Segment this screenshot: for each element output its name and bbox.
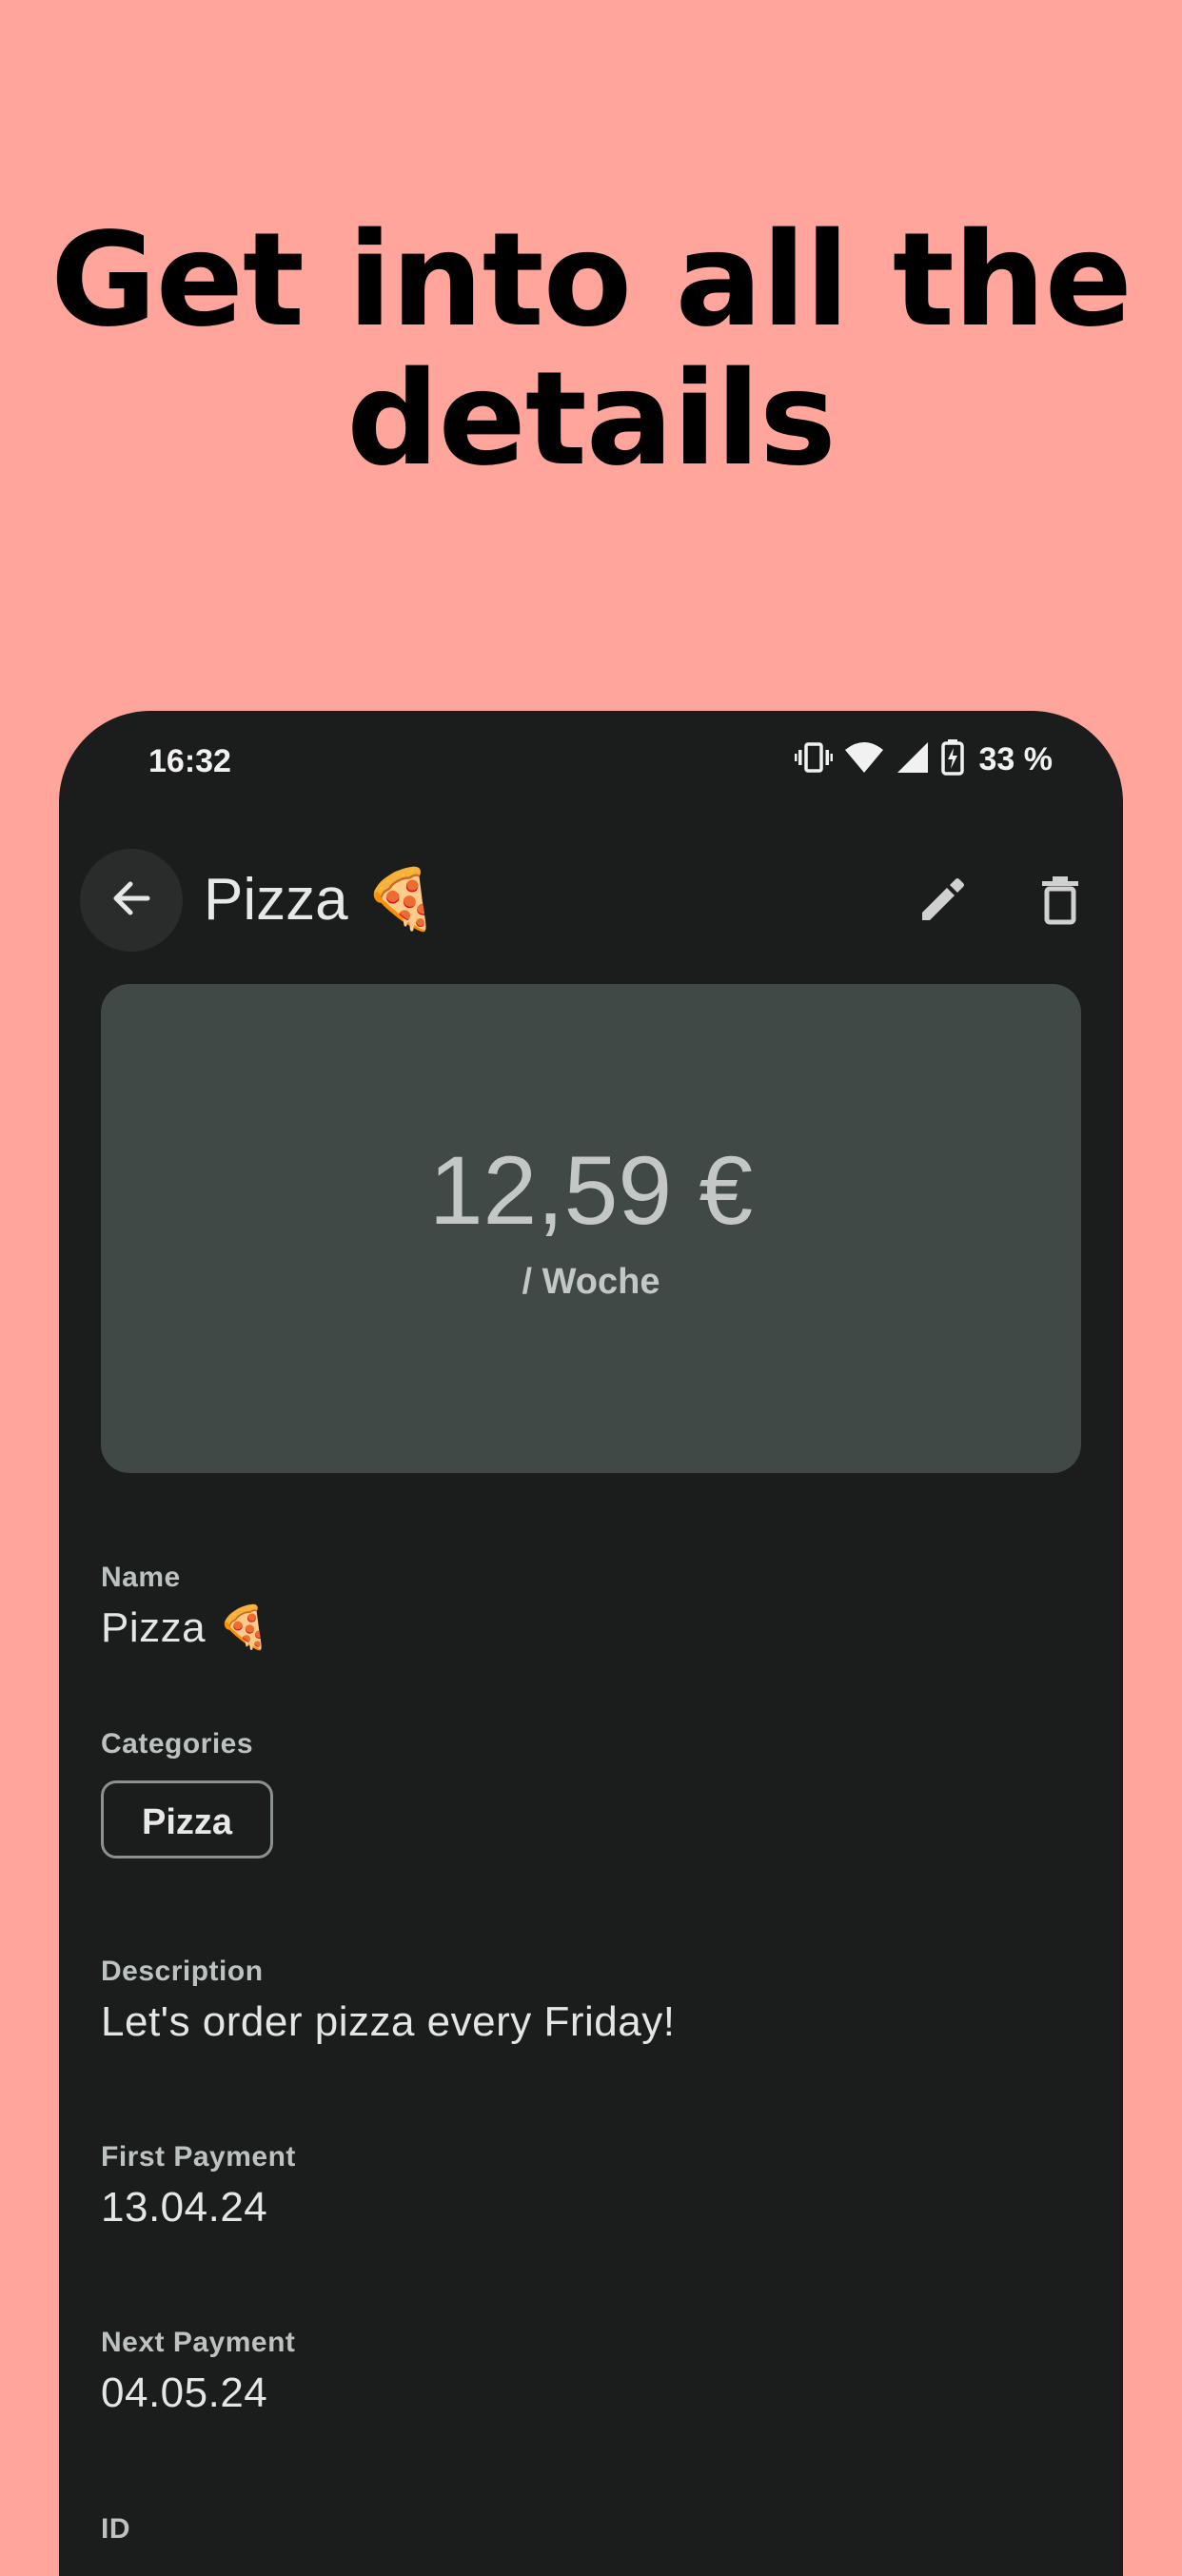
arrow-back-icon <box>108 875 155 926</box>
phone-screen: 16:32 33 % Pizza 🍕 12,59 € / Woche Name … <box>59 711 1123 2576</box>
description-value: Let's order pizza every Friday! <box>101 1998 676 2045</box>
promo-headline: Get into all the details <box>0 211 1182 489</box>
next-payment-value: 04.05.24 <box>101 2370 268 2416</box>
status-time: 16:32 <box>148 743 231 779</box>
screen-title: Pizza 🍕 <box>204 867 439 933</box>
description-field: Description Let's order pizza every Frid… <box>101 1955 1081 2048</box>
categories-field: Categories Pizza <box>101 1727 1081 1858</box>
delete-button[interactable] <box>1030 872 1091 933</box>
promo-headline-line-2: details <box>346 344 837 495</box>
price-period: / Woche <box>522 1262 660 1302</box>
back-button[interactable] <box>80 849 183 952</box>
category-chip[interactable]: Pizza <box>101 1780 274 1858</box>
status-icons: 33 % <box>794 739 1054 779</box>
vibrate-icon <box>794 740 833 778</box>
status-bar: 16:32 33 % <box>59 711 1123 816</box>
app-bar: Pizza 🍕 <box>59 849 1123 954</box>
first-payment-field: First Payment 13.04.24 <box>101 2140 1081 2233</box>
pencil-icon <box>916 875 968 930</box>
price-card: 12,59 € / Woche <box>101 984 1081 1473</box>
description-label: Description <box>101 1956 264 1987</box>
price-amount: 12,59 € <box>428 1136 754 1245</box>
battery-charging-icon <box>940 739 964 779</box>
trash-icon <box>1039 875 1081 930</box>
first-payment-value: 13.04.24 <box>101 2184 268 2231</box>
categories-label: Categories <box>101 1728 254 1760</box>
name-value: Pizza 🍕 <box>101 1604 271 1651</box>
next-payment-label: Next Payment <box>101 2327 296 2358</box>
id-field: ID <box>101 2512 1081 2547</box>
name-label: Name <box>101 1562 181 1593</box>
signal-icon <box>896 740 930 778</box>
battery-percent: 33 % <box>978 740 1054 777</box>
promo-headline-line-1: Get into all the <box>50 206 1133 356</box>
next-payment-field: Next Payment 04.05.24 <box>101 2326 1081 2419</box>
edit-button[interactable] <box>912 872 973 933</box>
id-label: ID <box>101 2513 130 2545</box>
name-field: Name Pizza 🍕 <box>101 1561 1081 1654</box>
first-payment-label: First Payment <box>101 2141 296 2173</box>
wifi-icon <box>844 740 884 778</box>
